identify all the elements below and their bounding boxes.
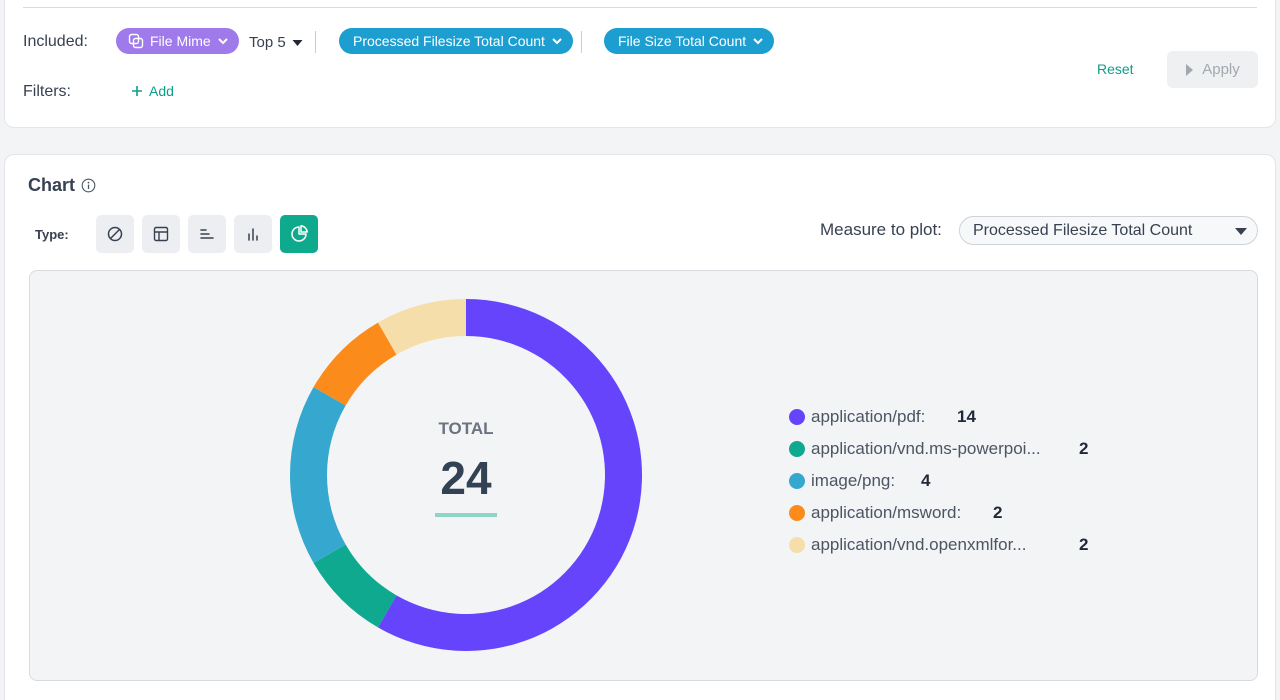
legend-dot (789, 473, 805, 489)
legend-label: image/png: (811, 471, 896, 490)
donut-slice[interactable] (378, 299, 642, 651)
add-filter-label: Add (149, 83, 174, 99)
caret-down-icon (292, 39, 303, 46)
legend-dot (789, 441, 805, 457)
table-icon (153, 226, 169, 242)
chevron-down-icon (552, 38, 562, 45)
total-label: TOTAL (438, 419, 493, 438)
total-underline (435, 513, 497, 517)
chart-type-none-button[interactable] (96, 215, 134, 253)
legend-label: application/pdf: (811, 407, 926, 426)
chart-type-horizontal-bar-button[interactable] (188, 215, 226, 253)
add-filter-button[interactable]: Add (131, 83, 174, 99)
legend-label: application/msword: (811, 503, 962, 522)
donut-slice[interactable] (313, 544, 397, 628)
measure-pill-file-size[interactable]: File Size Total Count (604, 28, 775, 54)
legend-item[interactable]: application/msword: 2 (789, 497, 1041, 529)
legend-dot (789, 505, 805, 521)
bar-chart-icon (248, 228, 258, 241)
measure-select-value: Processed Filesize Total Count (973, 221, 1193, 239)
legend-item[interactable]: application/vnd.ms-powerpoi... 2 (789, 433, 1088, 465)
chart-title: Chart (28, 175, 96, 196)
chart-type-bar-button[interactable] (234, 215, 272, 253)
top-n-label: Top 5 (249, 34, 286, 51)
measure-label: Measure to plot: (820, 220, 942, 239)
caret-down-icon (1235, 228, 1247, 235)
info-icon[interactable] (81, 178, 96, 193)
legend-label: application/vnd.ms-powerpoi... (811, 439, 1041, 458)
legend-value: 2 (1079, 439, 1089, 458)
donut-slice[interactable] (313, 322, 397, 406)
measure-pill-processed-filesize[interactable]: Processed Filesize Total Count (339, 28, 573, 54)
legend-value: 2 (993, 503, 1003, 522)
query-panel: Included: File Mime Top 5 Processed File… (4, 0, 1276, 128)
chart-panel: Chart Type: Measure to plot: Processed F… (4, 154, 1276, 700)
pie-chart-icon (291, 225, 308, 242)
type-label: Type: (35, 227, 69, 242)
chart-legend: application/pdf: 14 application/vnd.ms-pow… (789, 401, 1088, 561)
chart-area: TOTAL 24 application/pdf: 14 application/v… (29, 270, 1258, 681)
legend-value: 14 (957, 407, 976, 426)
dimension-pill-file-mime[interactable]: File Mime (116, 28, 239, 54)
divider (23, 7, 1257, 8)
none-icon (107, 226, 123, 242)
plus-icon (132, 86, 142, 96)
measure-pill-label: File Size Total Count (618, 33, 747, 49)
donut-chart: TOTAL 24 (290, 299, 642, 651)
chevron-down-icon (217, 38, 228, 45)
legend-item[interactable]: image/png: 4 (789, 465, 1041, 497)
total-value: 24 (440, 452, 492, 504)
chevron-down-icon (753, 38, 763, 45)
legend-dot (789, 537, 805, 553)
apply-button[interactable]: Apply (1167, 51, 1258, 88)
legend-item[interactable]: application/vnd.openxmlfor... 2 (789, 529, 1088, 561)
chart-type-pie-button[interactable] (280, 215, 318, 253)
reset-button[interactable]: Reset (1097, 61, 1134, 77)
chart-type-table-button[interactable] (142, 215, 180, 253)
copy-icon (128, 33, 144, 49)
filters-label: Filters: (23, 83, 71, 100)
separator (581, 31, 582, 53)
legend-value: 2 (1079, 535, 1089, 554)
legend-label: application/vnd.openxmlfor... (811, 535, 1027, 554)
play-icon (1186, 63, 1194, 76)
top-n-select[interactable]: Top 5 (249, 34, 303, 51)
included-label: Included: (23, 33, 88, 50)
separator (315, 31, 316, 53)
apply-label: Apply (1202, 61, 1240, 78)
donut-slice[interactable] (290, 387, 346, 563)
chart-title-text: Chart (28, 175, 76, 195)
horizontal-bar-icon (200, 229, 214, 239)
legend-value: 4 (921, 471, 931, 490)
measure-pill-label: Processed Filesize Total Count (353, 33, 545, 49)
legend-item[interactable]: application/pdf: 14 (789, 401, 1041, 433)
dimension-pill-label: File Mime (150, 33, 211, 49)
legend-dot (789, 409, 805, 425)
measure-select[interactable]: Processed Filesize Total Count (959, 216, 1258, 245)
